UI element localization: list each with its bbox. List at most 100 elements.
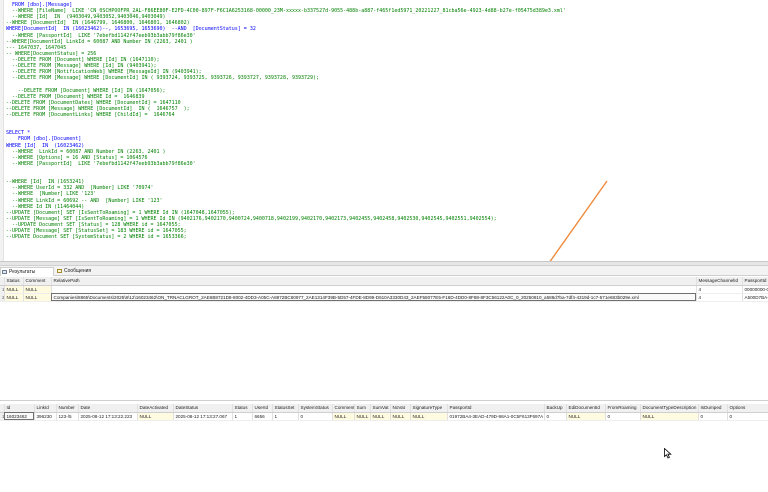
sql-editor[interactable]: FROM [dbo].[Message] --WHERE [FileName] … <box>0 0 768 262</box>
column-header[interactable]: Options <box>727 404 768 413</box>
code-line-text: --WHERE [DocumentId] IN (1646799, 164680… <box>6 20 190 27</box>
column-header[interactable]: IsDumped <box>698 404 728 413</box>
table-cell[interactable]: 0 <box>727 412 768 421</box>
code-line-text: WHERE [Id] IN (16023462) <box>6 142 85 149</box>
table-cell[interactable]: 396230 <box>34 412 57 421</box>
tab-messages-label: Сообщения <box>64 268 92 274</box>
table-cell[interactable] <box>51 285 697 294</box>
code-line-text: --DELETE FROM [Document] WHERE [Id] IN (… <box>6 87 166 94</box>
code-line-text: -- WHERE[DocumentStatus] = 256 <box>6 50 97 57</box>
results-blank-area <box>0 310 768 400</box>
column-header[interactable]: DocumentTypeDescription <box>640 404 699 413</box>
row-number[interactable]: 2 <box>0 293 5 302</box>
table-row[interactable]: 2NULLNULLCompanies\8865\Documents\2025\8… <box>0 293 768 302</box>
code-line-text: --WHERE [PassportId] LIKE '7ebefbd1142f4… <box>6 32 196 39</box>
results-grid-2: Id LinkId Number Date DateActivated DateStatu… <box>0 404 768 421</box>
code-line-text: --UPDATE [Document] SET [IsSentToRoaming… <box>6 209 235 216</box>
code-line: --UPDATE Document SET [SystemStatus] = 2… <box>6 234 762 240</box>
column-header[interactable]: LinkId <box>34 404 57 413</box>
code-lines: FROM [dbo].[Message] --WHERE [FileName] … <box>6 2 762 240</box>
column-header[interactable]: DateStatus <box>173 404 233 413</box>
code-line-text: --DELETE FROM [Document] WHERE Id = 1646… <box>6 93 145 100</box>
table-cell[interactable]: NULL <box>332 412 355 421</box>
column-header[interactable]: StatusSet <box>272 404 299 413</box>
column-header[interactable]: PassportId <box>742 277 768 286</box>
code-line-text: --UPDATE Document SET [Status] = 128 WHE… <box>6 221 181 228</box>
column-header[interactable]: EdiDocumentId <box>566 404 606 413</box>
code-line-text: --WHERE [Number] LIKE '123' <box>6 191 97 198</box>
column-header[interactable]: Comment <box>23 277 52 286</box>
column-header[interactable]: MessageChannelId <box>696 277 743 286</box>
table-cell[interactable]: 4 <box>696 285 743 294</box>
table-cell[interactable]: 0 <box>698 412 728 421</box>
column-header[interactable]: SystemStatus <box>298 404 333 413</box>
column-header[interactable]: Comment <box>332 404 355 413</box>
table-cell[interactable]: Companies\8865\Documents\2025\8\12\16023… <box>51 293 697 302</box>
column-header[interactable]: RelativePath <box>51 277 697 286</box>
code-line-text: --DELETE FROM [DocumentLinks] WHERE [Chi… <box>6 111 175 118</box>
table-cell[interactable]: 1 <box>232 412 253 421</box>
table-cell[interactable]: 2025-08-12 17:13:22.223 <box>78 412 138 421</box>
table-row[interactable]: 1NULLNULL400000000-00... <box>0 285 768 294</box>
table-cell[interactable]: 1 <box>272 412 299 421</box>
column-header[interactable]: DateActivated <box>137 404 174 413</box>
column-header[interactable]: UserId <box>252 404 273 413</box>
message-icon <box>57 269 62 273</box>
code-line-text: --WHERE [FileName] LIKE 'CN_0SCHPOOFPR_2… <box>6 8 566 15</box>
table-cell[interactable]: NULL <box>4 293 24 302</box>
table-cell[interactable]: NULL <box>566 412 606 421</box>
code-line-text: --WHERE [Options] = 16 AND [Status] = 10… <box>6 154 148 161</box>
table-cell[interactable]: NULL <box>390 412 411 421</box>
row-number[interactable]: 1 <box>0 412 5 421</box>
results-tab-bar: Результаты Сообщения <box>0 266 768 276</box>
table-cell[interactable]: A500D7BA-... <box>742 293 768 302</box>
code-line-text: --- 1647037, 1647045 <box>6 44 67 51</box>
tab-results[interactable]: Результаты <box>0 267 54 276</box>
column-header[interactable]: FromRoaming <box>605 404 641 413</box>
code-line-text: --DELETE FROM [DocumentDates] WHERE [Doc… <box>6 99 181 106</box>
table-cell[interactable]: 00000000-00... <box>742 285 768 294</box>
tab-messages[interactable]: Сообщения <box>56 267 110 276</box>
table-cell[interactable]: 123-/5 <box>56 412 79 421</box>
column-header[interactable]: Date <box>78 404 138 413</box>
table-row[interactable]: 116023462396230123-/52025-08-12 17:13:22… <box>0 412 768 421</box>
column-header[interactable]: SignatureType <box>410 404 448 413</box>
code-line-text: FROM [dbo].[Document] <box>6 136 82 143</box>
table-cell[interactable]: 16023462 <box>4 412 35 421</box>
column-header[interactable]: Id <box>4 404 35 413</box>
row-number[interactable]: 1 <box>0 285 5 294</box>
table-cell[interactable]: 0 <box>544 412 567 421</box>
code-line-text: --WHERE [Id] IN (1653241) <box>6 179 85 186</box>
column-header[interactable]: BackUp <box>544 404 567 413</box>
table-cell[interactable]: 6656 <box>252 412 273 421</box>
table-cell[interactable]: 01972BA4-3EAD-479D-98A1-0C5F613F697A <box>447 412 545 421</box>
table-cell[interactable]: 0 <box>298 412 333 421</box>
code-line-text: --UPDATE Document SET [SystemStatus] = 2… <box>6 234 187 241</box>
code-line-text: --WHERE UserId = 332 AND [Number] LIKE '… <box>6 185 154 192</box>
results-grid-1: Status Comment RelativePath MessageChannelI… <box>0 277 768 302</box>
column-header[interactable]: Status <box>232 404 253 413</box>
code-line-text: WHERE[DocumentId] IN (16023462)--, 16536… <box>6 26 256 33</box>
table-cell[interactable]: NULL <box>137 412 174 421</box>
code-line-text: --DELETE FROM [Document] WHERE [Id] IN (… <box>6 56 160 63</box>
tab-results-label: Результаты <box>9 269 36 275</box>
table-cell[interactable]: 2025-08-12 17:13:27.067 <box>173 412 233 421</box>
column-header[interactable]: SumVat <box>370 404 391 413</box>
table-cell[interactable]: NULL <box>23 285 52 294</box>
column-header[interactable]: PassportId <box>447 404 545 413</box>
column-header[interactable]: Status <box>4 277 24 286</box>
table-cell[interactable]: NULL <box>640 412 699 421</box>
code-line-text: --WHERE [Id] IN (9403049,9403052,9403046… <box>6 14 166 21</box>
table-cell[interactable]: NULL <box>4 285 24 294</box>
column-header[interactable]: NoVat <box>390 404 411 413</box>
table-cell[interactable]: NULL <box>354 412 371 421</box>
table-cell[interactable]: 0 <box>605 412 641 421</box>
column-header[interactable]: Sum <box>354 404 371 413</box>
table-cell[interactable]: NULL <box>370 412 391 421</box>
table-cell[interactable]: NULL <box>410 412 448 421</box>
code-line-text: --WHERE Id IN (11464044) <box>6 203 85 210</box>
code-line-text: FROM [dbo].[Message] <box>6 2 73 8</box>
table-cell[interactable]: 4 <box>696 293 743 302</box>
column-header[interactable]: Number <box>56 404 79 413</box>
table-cell[interactable]: NULL <box>23 293 52 302</box>
